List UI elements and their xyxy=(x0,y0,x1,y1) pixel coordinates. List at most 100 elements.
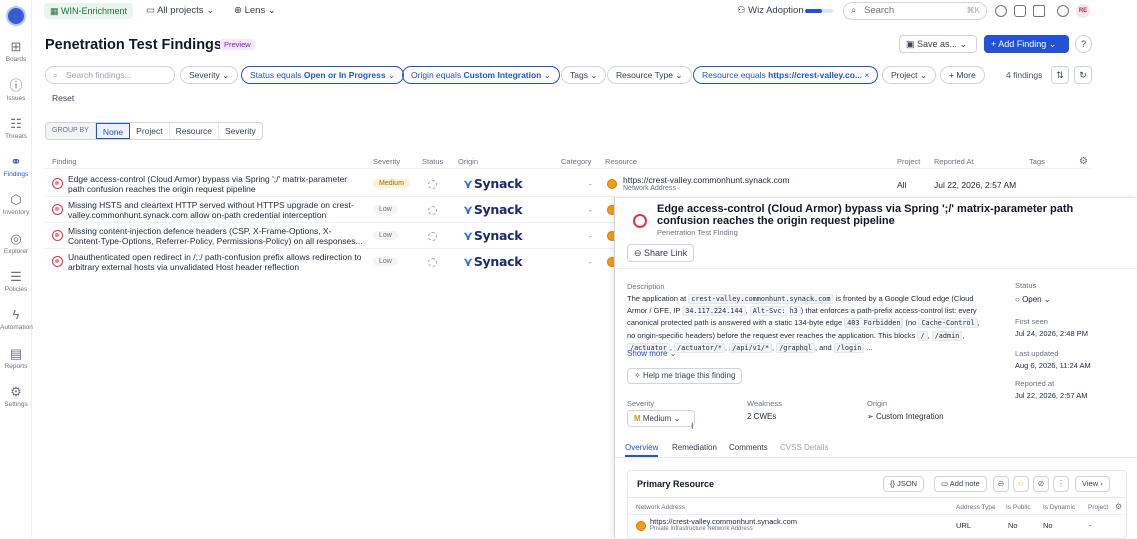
findings-search-input[interactable]: ⌕ Search findings... xyxy=(45,66,175,84)
tab-overview[interactable]: Overview xyxy=(625,443,658,452)
bolt-icon: ϟ xyxy=(12,307,20,322)
col-origin[interactable]: Origin xyxy=(458,157,478,166)
filter-more[interactable]: + More xyxy=(940,66,985,84)
save-as-button[interactable]: ▣ Save as... ⌄ xyxy=(899,35,977,53)
group-by-severity[interactable]: Severity xyxy=(219,123,262,139)
nav-boards[interactable]: ⊞ Boards xyxy=(0,40,32,64)
help-circle-icon[interactable]: ? xyxy=(1075,35,1092,53)
finding-icon xyxy=(52,178,63,189)
json-button[interactable]: {} JSON xyxy=(883,476,925,492)
filter-tags[interactable]: Tags ⌄ xyxy=(561,66,607,84)
wiz-logo-icon[interactable] xyxy=(6,6,26,26)
search-icon: ⌕ xyxy=(851,5,857,16)
show-more-link[interactable]: Show more ⌄ xyxy=(627,349,676,358)
nav-reports[interactable]: ▤ Reports xyxy=(0,347,32,371)
share-link-button[interactable]: ⊖ Share Link xyxy=(627,244,695,262)
hide-icon[interactable]: ⊘ xyxy=(1033,476,1049,492)
nav-inventory[interactable]: ⬡ Inventory xyxy=(0,192,32,217)
group-by-project[interactable]: Project xyxy=(130,123,170,139)
tab-cvss-details[interactable]: CVSS Details xyxy=(780,443,828,452)
group-by-resource[interactable]: Resource xyxy=(170,123,220,139)
inbox-icon[interactable] xyxy=(1014,5,1026,17)
col-status[interactable]: Status xyxy=(422,157,443,166)
address-type-value: URL xyxy=(956,521,972,530)
adoption-progress-bar xyxy=(805,9,833,13)
last-updated-value: Aug 6, 2026, 11:24 AM xyxy=(1015,361,1091,370)
chevron-down-icon: ⌄ xyxy=(1041,295,1051,304)
col-resource[interactable]: Resource xyxy=(605,157,637,166)
card-title: Primary Resource xyxy=(637,479,715,489)
col-reported-at[interactable]: Reported At xyxy=(934,157,974,166)
col-category[interactable]: Category xyxy=(561,157,591,166)
filter-project[interactable]: Project ⌄ xyxy=(882,66,936,84)
table-icon: ▦ xyxy=(50,6,62,16)
filter-severity[interactable]: Severity ⌄ xyxy=(180,66,239,84)
clock-icon[interactable] xyxy=(995,5,1007,17)
chevron-down-icon: ⌄ xyxy=(957,39,968,49)
resource-name[interactable]: https://crest-valley.commonhunt.synack.c… xyxy=(623,175,790,185)
add-note-button[interactable]: ▭ Add note xyxy=(934,476,987,492)
add-finding-button[interactable]: + Add Finding ⌄ xyxy=(984,35,1069,53)
nav-explorer[interactable]: ◎ Explorer xyxy=(0,232,32,256)
finding-title: Missing content-injection defence header… xyxy=(68,226,363,246)
filter-resource-type[interactable]: Resource Type ⌄ xyxy=(607,66,692,84)
col-network-address: Network Address xyxy=(636,504,686,511)
finding-title: Missing HSTS and cleartext HTTP served w… xyxy=(68,200,354,220)
more-icon[interactable]: ⋮ xyxy=(1053,476,1069,492)
finding-title: Unauthenticated open redirect in /;:/ pa… xyxy=(68,252,362,272)
nav-threats[interactable]: ☷ Threats xyxy=(0,117,32,141)
resource-address-sub: Private Infrastructure Network Address xyxy=(650,526,753,532)
primary-resource-card: Primary Resource {} JSON ▭ Add note ⊖ ☆ … xyxy=(627,470,1127,539)
globe-icon xyxy=(607,179,617,189)
tab-remediation[interactable]: Remediation xyxy=(672,443,717,452)
col-severity[interactable]: Severity xyxy=(373,157,400,166)
send-icon: ➢ xyxy=(867,412,876,421)
help-icon[interactable] xyxy=(1057,5,1069,17)
workspace-chip[interactable]: ▦ WIN-Enrichment xyxy=(44,3,134,19)
group-by-none[interactable]: None xyxy=(95,123,131,139)
reported-value: Jul 22, 2026, 2:57 AM xyxy=(1015,391,1088,400)
text-cursor-icon: I xyxy=(691,421,694,431)
column-settings-icon[interactable]: ⚙ xyxy=(1079,156,1088,167)
megaphone-icon[interactable] xyxy=(1033,5,1045,17)
refresh-icon[interactable]: ↻ xyxy=(1074,66,1092,84)
severity-dropdown[interactable]: M Medium ⌄ xyxy=(627,410,695,427)
col-finding[interactable]: Finding xyxy=(52,157,77,166)
col-tags[interactable]: Tags xyxy=(1029,157,1045,166)
col-project[interactable]: Project xyxy=(897,157,920,166)
chevron-down-icon: ⌄ xyxy=(543,70,551,80)
filter-origin[interactable]: Origin equals Custom Integration ⌄ xyxy=(402,66,560,84)
nav-findings[interactable]: ⚭ Findings xyxy=(0,155,32,179)
nav-issues[interactable]: ⓘ Issues xyxy=(0,79,32,103)
category-value: - xyxy=(589,232,592,241)
project-value: All xyxy=(897,180,907,190)
projects-selector[interactable]: ▭ All projects ⌄ xyxy=(146,4,214,18)
gear-icon[interactable]: ⚙ xyxy=(1115,502,1122,511)
severity-badge: Low xyxy=(373,231,398,240)
filter-status[interactable]: Status equals Open or In Progress ⌄ xyxy=(241,66,405,84)
nav-automation[interactable]: ϟ Automation xyxy=(0,307,33,332)
star-icon[interactable]: ☆ xyxy=(1013,476,1029,492)
tabs-divider xyxy=(615,457,1137,458)
link-icon[interactable]: ⊖ xyxy=(993,476,1009,492)
status-dropdown[interactable]: ○ Open ⌄ xyxy=(1015,295,1051,304)
sort-icon[interactable]: ⇅ xyxy=(1051,66,1069,84)
triage-button[interactable]: ✧ Help me triage this finding xyxy=(627,368,743,384)
filter-resource[interactable]: Resource equals https://crest-valley.co.… xyxy=(693,66,879,84)
gear-icon: ⚙ xyxy=(10,384,22,399)
tab-comments[interactable]: Comments xyxy=(729,443,768,452)
wiz-adoption[interactable]: ⚇ Wiz Adoption xyxy=(737,4,804,18)
lens-selector[interactable]: ⊕ Lens ⌄ xyxy=(234,4,276,18)
resource-address[interactable]: https://crest-valley.commonhunt.synack.c… xyxy=(650,517,797,526)
reset-filters-link[interactable]: Reset xyxy=(52,93,74,103)
weakness-value[interactable]: 2 CWEs xyxy=(747,412,776,421)
avatar[interactable]: RE xyxy=(1076,4,1090,18)
global-search-input[interactable]: ⌕ Search ⌘K xyxy=(843,2,987,20)
nav-policies[interactable]: ☰ Policies xyxy=(0,270,32,294)
category-value: - xyxy=(589,180,592,189)
cube-icon: ⬡ xyxy=(10,192,22,207)
close-icon[interactable]: × xyxy=(864,70,869,80)
nav-settings[interactable]: ⚙ Settings xyxy=(0,384,32,409)
sparkle-icon: ✧ xyxy=(634,371,643,380)
view-button[interactable]: View › xyxy=(1075,476,1110,492)
